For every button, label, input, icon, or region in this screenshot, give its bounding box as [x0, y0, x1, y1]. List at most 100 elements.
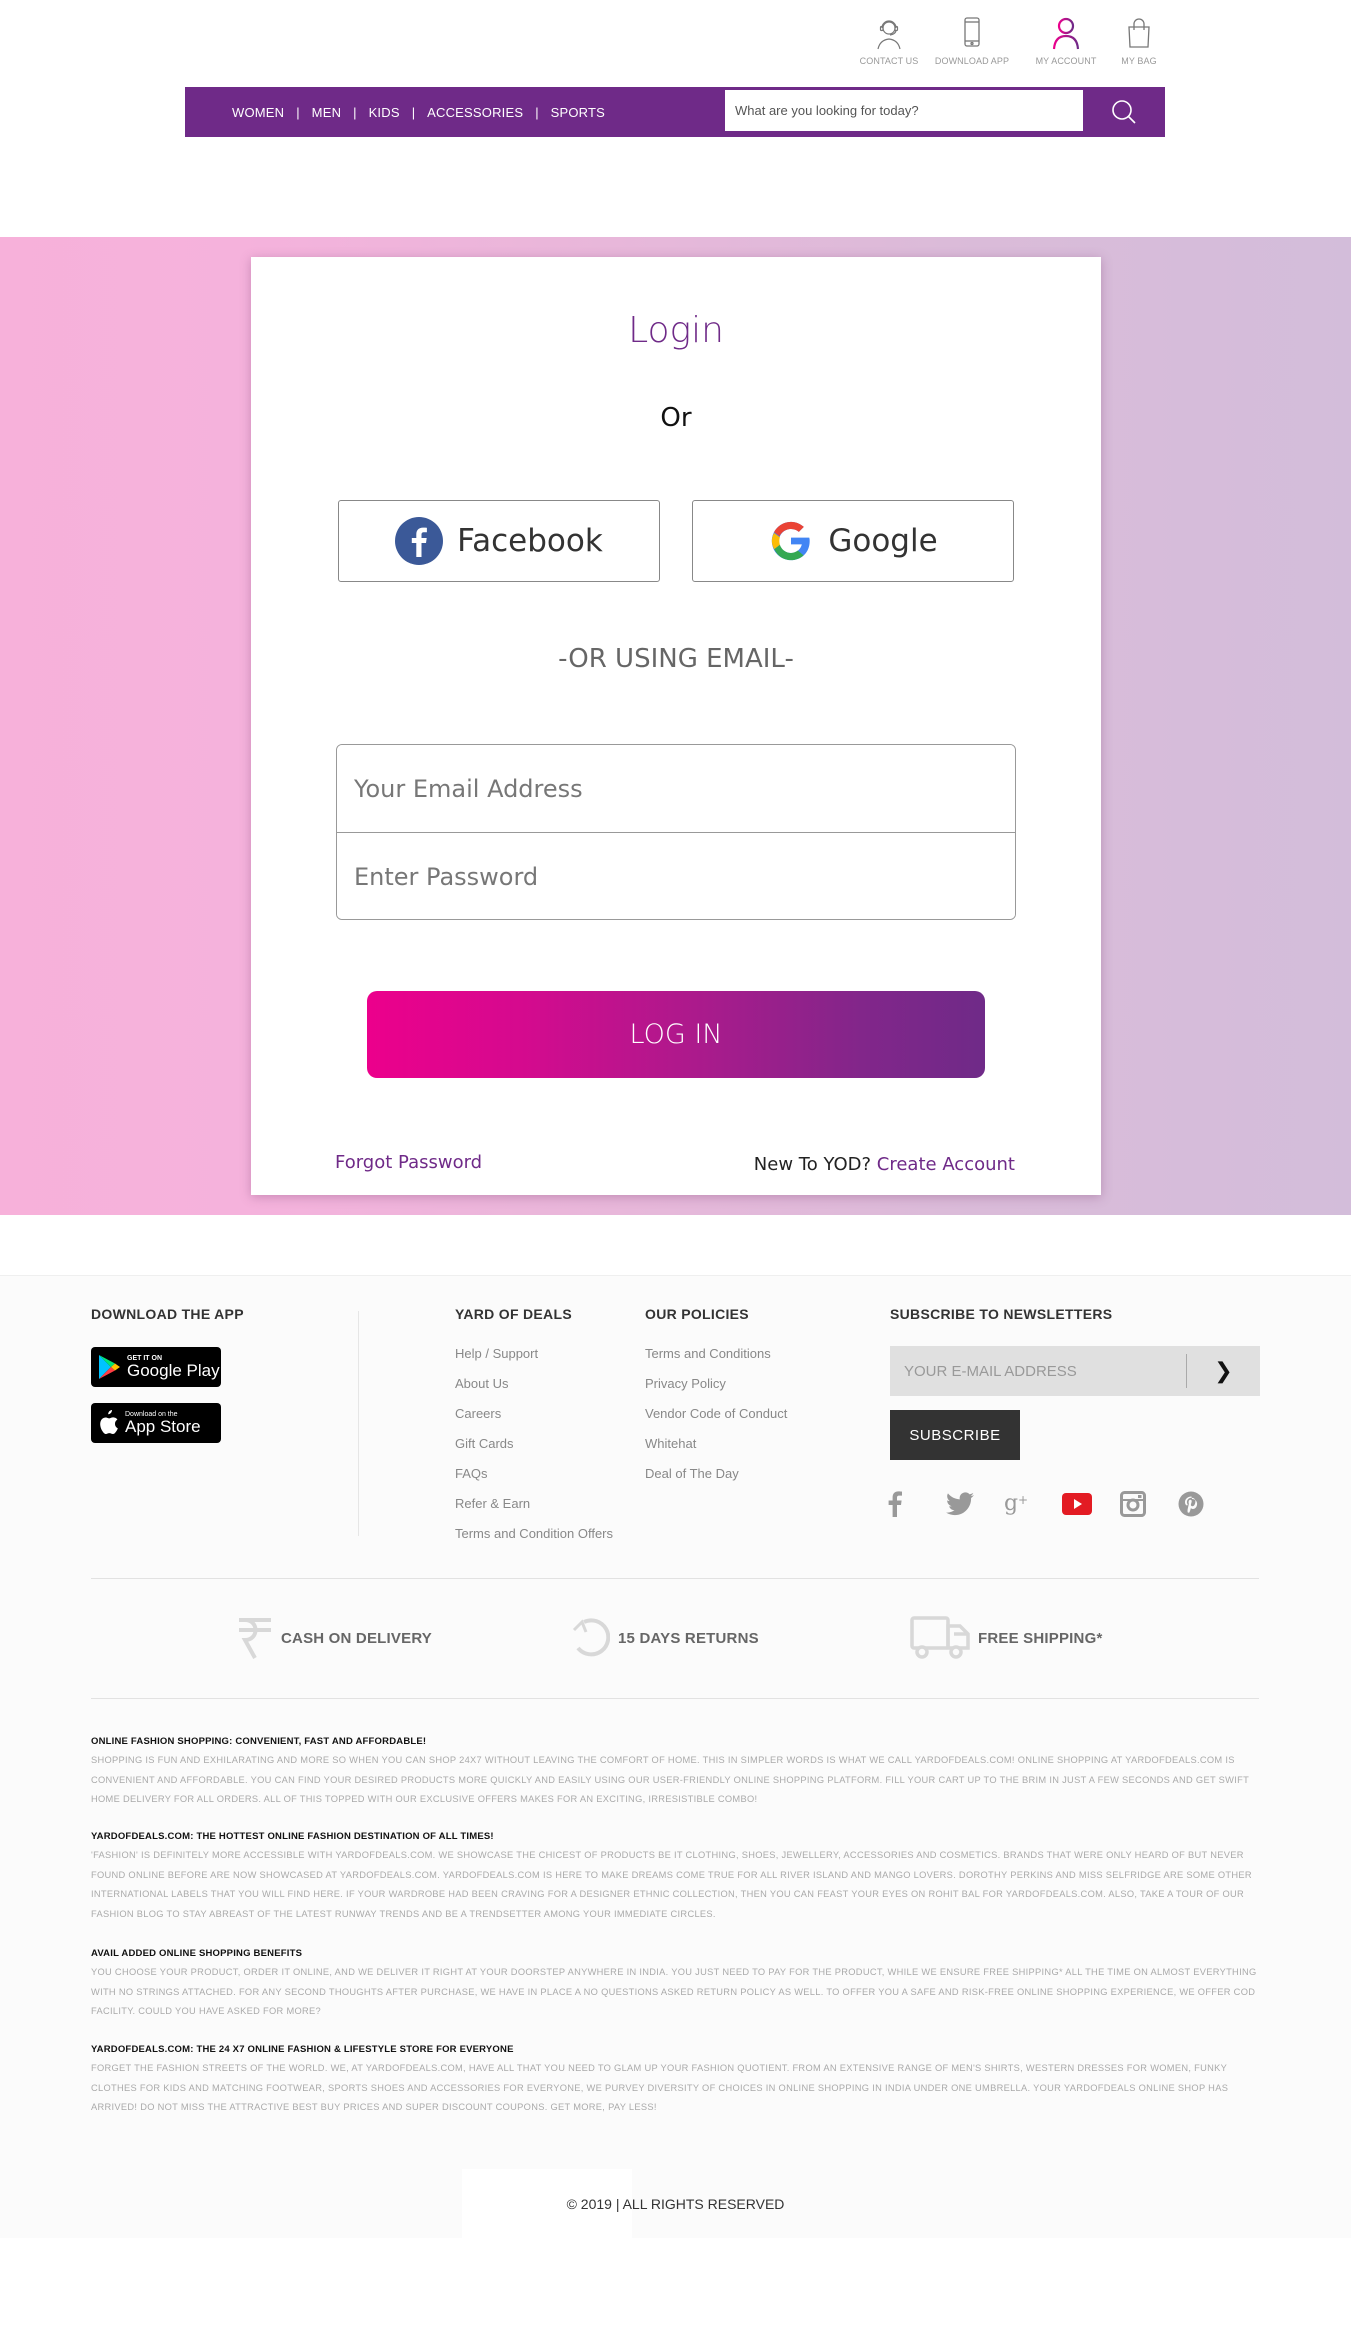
nav-accessories[interactable]: ACCESSORIES	[427, 105, 523, 120]
usp-cod-label: CASH ON DELIVERY	[281, 1629, 432, 1647]
download-app-link[interactable]: DOWNLOAD APP	[923, 16, 1021, 66]
footer-link-whitehat[interactable]: Whitehat	[645, 1436, 787, 1466]
instagram-social-link[interactable]	[1120, 1489, 1178, 1519]
google-icon	[772, 521, 811, 561]
app-store-badge[interactable]: Download on the App Store	[91, 1403, 221, 1443]
login-title: Login	[628, 310, 724, 351]
main-navbar: WOMEN | MEN | KIDS | ACCESSORIES | SPORT…	[185, 87, 1165, 137]
seo-body: FORGET THE FASHION STREETS OF THE WORLD.…	[91, 2063, 1229, 2112]
category-nav: WOMEN | MEN | KIDS | ACCESSORIES | SPORT…	[185, 87, 605, 137]
apple-icon	[100, 1410, 118, 1434]
usp-returns-label: 15 DAYS RETURNS	[618, 1629, 759, 1647]
google-play-badge[interactable]: GET IT ON Google Play	[91, 1347, 221, 1387]
seo-title: YARDOFDEALS.COM: THE HOTTEST ONLINE FASH…	[91, 1831, 494, 1842]
footer-link-faqs[interactable]: FAQs	[455, 1466, 613, 1496]
usp-free-shipping: FREE SHIPPING*	[910, 1616, 1103, 1660]
seo-block-3: AVAIL ADDED ONLINE SHOPPING BENEFITS YOU…	[91, 1948, 1261, 2022]
newsletter-email-input[interactable]	[890, 1346, 1186, 1396]
newsletter-submit-arrow[interactable]: ❯	[1187, 1346, 1260, 1396]
signup-prompt: New To YOD? Create Account	[754, 1154, 1015, 1175]
facebook-icon	[888, 1491, 902, 1517]
yard-of-deals-links: Help / Support About Us Careers Gift Car…	[455, 1346, 613, 1556]
headset-icon	[877, 20, 901, 50]
twitter-icon	[946, 1492, 974, 1516]
footer-link-terms-offers[interactable]: Terms and Condition Offers	[455, 1526, 613, 1556]
login-hero: Login Or Facebook Google -OR USING EMAIL…	[0, 237, 1351, 1215]
shopping-bag-icon	[1128, 18, 1150, 48]
smartphone-icon	[964, 17, 980, 47]
seo-title: AVAIL ADDED ONLINE SHOPPING BENEFITS	[91, 1948, 303, 1959]
footer-divider-bottom	[91, 1698, 1259, 1699]
password-field[interactable]	[337, 833, 1015, 919]
user-icon	[1052, 17, 1080, 50]
footer-divider-top	[91, 1578, 1259, 1579]
social-links: g +	[888, 1489, 1236, 1519]
footer: DOWNLOAD THE APP GET IT ON Google Play D…	[0, 1275, 1351, 2239]
our-policies-links: Terms and Conditions Privacy Policy Vend…	[645, 1346, 787, 1496]
facebook-label: Facebook	[457, 523, 603, 559]
contact-us-link[interactable]: CONTACT US	[855, 16, 923, 66]
my-bag-link[interactable]: MY BAG	[1111, 16, 1167, 66]
seo-block-1: ONLINE FASHION SHOPPING: CONVENIENT, FAS…	[91, 1736, 1261, 1810]
footer-link-help-support[interactable]: Help / Support	[455, 1346, 613, 1376]
create-account-link[interactable]: Create Account	[877, 1154, 1015, 1175]
nav-men[interactable]: MEN	[312, 105, 342, 120]
facebook-login-button[interactable]: Facebook	[338, 500, 660, 582]
usp-15-days-returns: 15 DAYS RETURNS	[570, 1616, 759, 1660]
contact-us-label: CONTACT US	[859, 56, 919, 66]
footer-link-refer-earn[interactable]: Refer & Earn	[455, 1496, 613, 1526]
footer-divider	[358, 1311, 359, 1536]
google-plus-social-link[interactable]: g +	[1004, 1489, 1062, 1519]
facebook-social-link[interactable]	[888, 1489, 946, 1519]
instagram-icon	[1120, 1491, 1146, 1517]
twitter-social-link[interactable]	[946, 1489, 1004, 1519]
download-app-heading: DOWNLOAD THE APP	[91, 1306, 244, 1322]
pinterest-social-link[interactable]	[1178, 1489, 1236, 1519]
email-field[interactable]	[337, 745, 1015, 833]
seo-title: YARDOFDEALS.COM: THE 24 X7 ONLINE FASHIO…	[91, 2044, 514, 2055]
nav-separator: |	[296, 104, 300, 120]
footer-link-deal-of-the-day[interactable]: Deal of The Day	[645, 1466, 787, 1496]
my-account-label: MY ACCOUNT	[1035, 56, 1097, 66]
nav-separator: |	[411, 104, 416, 120]
seo-body: 'FASHION' IS DEFINITELY MORE ACCESSIBLE …	[91, 1850, 1252, 1919]
youtube-social-link[interactable]	[1062, 1489, 1120, 1519]
nav-separator: |	[535, 104, 539, 120]
seo-body: YOU CHOOSE YOUR PRODUCT, ORDER IT ONLINE…	[91, 1967, 1257, 2016]
nav-kids[interactable]: KIDS	[369, 105, 400, 120]
footer-link-privacy-policy[interactable]: Privacy Policy	[645, 1376, 787, 1406]
footer-link-gift-cards[interactable]: Gift Cards	[455, 1436, 613, 1466]
subscribe-button[interactable]: SUBSCRIBE	[890, 1410, 1020, 1460]
app-store-big: App Store	[125, 1417, 201, 1436]
svg-text:g: g	[1004, 1491, 1018, 1516]
or-divider: Or	[660, 403, 692, 433]
footer-link-terms-conditions[interactable]: Terms and Conditions	[645, 1346, 787, 1376]
google-play-big: Google Play	[127, 1361, 220, 1380]
footer-link-about-us[interactable]: About Us	[455, 1376, 613, 1406]
login-card: Login Or Facebook Google -OR USING EMAIL…	[251, 257, 1101, 1195]
search-button[interactable]	[1083, 87, 1165, 137]
our-policies-heading: OUR POLICIES	[645, 1306, 749, 1322]
youtube-icon	[1062, 1493, 1092, 1515]
new-to-yod-text: New To YOD?	[753, 1154, 872, 1175]
forgot-password-link[interactable]: Forgot Password	[335, 1152, 482, 1173]
seo-title: ONLINE FASHION SHOPPING: CONVENIENT, FAS…	[91, 1736, 427, 1747]
my-account-link[interactable]: MY ACCOUNT	[1021, 16, 1111, 66]
nav-women[interactable]: WOMEN	[232, 105, 284, 120]
footer-link-careers[interactable]: Careers	[455, 1406, 613, 1436]
nav-sports[interactable]: SPORTS	[551, 105, 605, 120]
newsletter-heading: SUBSCRIBE TO NEWSLETTERS	[890, 1306, 1113, 1322]
my-bag-label: MY BAG	[1121, 56, 1157, 66]
facebook-icon	[395, 517, 444, 565]
footer-link-vendor-code[interactable]: Vendor Code of Conduct	[645, 1406, 787, 1436]
google-label: Google	[828, 523, 938, 559]
newsletter-form: ❯	[890, 1346, 1260, 1396]
nav-separator: |	[353, 104, 357, 120]
copyright: © 2019 | ALL RIGHTS RESERVED	[566, 2196, 785, 2212]
login-button[interactable]: LOG IN	[367, 991, 985, 1078]
svg-text:+: +	[1018, 1493, 1028, 1507]
rupee-icon	[239, 1618, 271, 1659]
search-input[interactable]	[725, 90, 1083, 131]
google-login-button[interactable]: Google	[692, 500, 1014, 582]
yard-of-deals-heading: YARD OF DEALS	[455, 1306, 572, 1322]
